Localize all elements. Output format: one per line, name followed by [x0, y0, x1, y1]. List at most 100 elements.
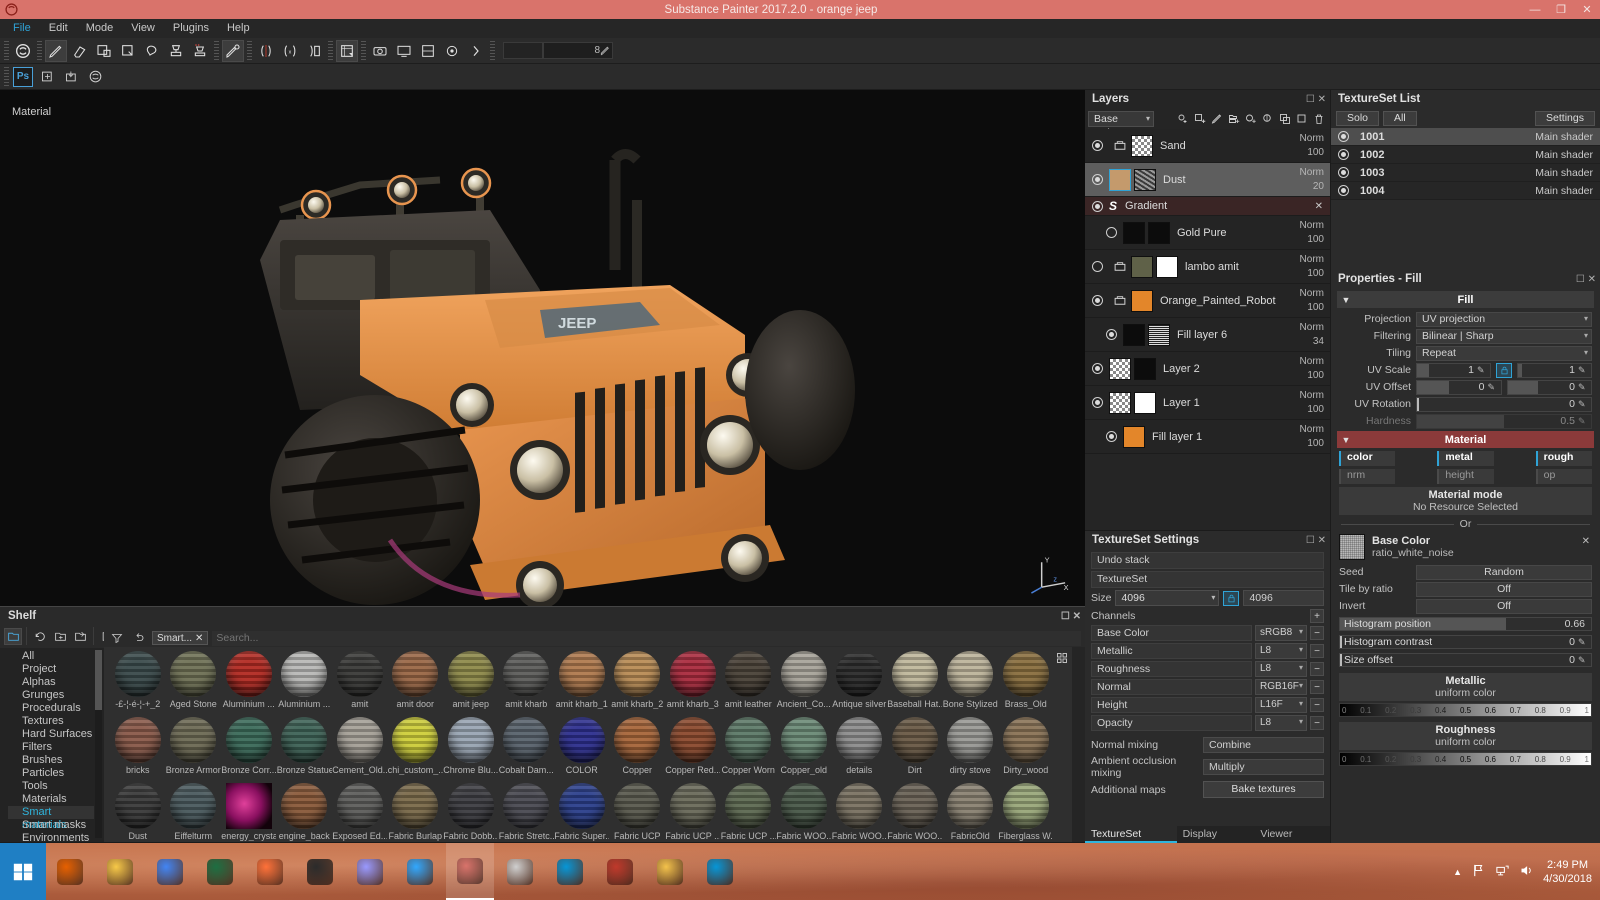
- add-effect-icon[interactable]: [1260, 111, 1276, 127]
- viewport-settings-icon[interactable]: [417, 40, 439, 62]
- layer-row[interactable]: Orange_Painted_Robot Norm 100: [1085, 284, 1330, 318]
- layer-row[interactable]: Fill layer 6 Norm 34: [1085, 318, 1330, 352]
- brush-size-input[interactable]: 8: [543, 42, 613, 59]
- histogram-contrast-slider[interactable]: Histogram contrast 0 ✎: [1339, 635, 1592, 649]
- seed-value[interactable]: Random: [1416, 564, 1592, 580]
- layer-thumbnail[interactable]: [1134, 391, 1156, 414]
- category-particles[interactable]: Particles: [8, 767, 94, 780]
- layer-folder-icon[interactable]: [1109, 260, 1131, 273]
- layer-thumbnail[interactable]: [1131, 134, 1153, 157]
- layer-folder-icon[interactable]: [1109, 139, 1131, 152]
- close-icon[interactable]: ✕: [195, 633, 203, 644]
- firefox2-icon[interactable]: [246, 843, 294, 900]
- lock-icon[interactable]: [1223, 590, 1240, 606]
- channel-format[interactable]: sRGB8: [1255, 625, 1307, 641]
- shelf-filter-chip[interactable]: Smart... ✕: [152, 631, 209, 645]
- category-filters[interactable]: Filters: [8, 741, 94, 754]
- layer-thumbnail[interactable]: [1134, 357, 1156, 380]
- shelf-dock-buttons[interactable]: ☐ ✕: [1061, 607, 1081, 626]
- polygon-fill-icon[interactable]: [141, 40, 163, 62]
- toolbar-drag-handle-5[interactable]: [328, 40, 333, 61]
- shelf-material-item[interactable]: FabricOld: [943, 781, 999, 842]
- size-offset-slider[interactable]: Size offset 0 ✎: [1339, 653, 1592, 667]
- projection-value[interactable]: UV projection: [1416, 311, 1592, 327]
- layer-visibility-toggle[interactable]: [1099, 329, 1123, 340]
- shelf-material-item[interactable]: Copper_old: [776, 715, 832, 781]
- delete-icon[interactable]: [1311, 111, 1327, 127]
- shelf-material-item[interactable]: dirty stove: [943, 715, 999, 781]
- layer-blend-opacity[interactable]: Norm 100: [1300, 423, 1324, 451]
- shelf-material-item[interactable]: engine_back: [277, 781, 333, 842]
- all-button[interactable]: All: [1383, 111, 1417, 126]
- layer-visibility-toggle[interactable]: [1099, 431, 1123, 442]
- remove-channel-button[interactable]: −: [1310, 626, 1324, 640]
- layer-row[interactable]: Gold Pure Norm 100: [1085, 216, 1330, 250]
- shelf-material-item[interactable]: COLOR: [554, 715, 610, 781]
- effect-visibility-toggle[interactable]: [1085, 200, 1109, 212]
- remove-channel-button[interactable]: −: [1310, 716, 1324, 730]
- shelf-material-item[interactable]: chi_custom_...: [388, 715, 444, 781]
- textureset-shader[interactable]: Main shader: [1535, 131, 1593, 143]
- textureset-visibility-toggle[interactable]: [1331, 167, 1355, 178]
- shelf-material-item[interactable]: Bronze Statue: [277, 715, 333, 781]
- layer-thumbnail[interactable]: [1134, 168, 1156, 191]
- shelf-material-item[interactable]: Fabric UCP: [610, 781, 666, 842]
- bake-cube-icon[interactable]: [336, 39, 358, 62]
- tile-by-ratio-value[interactable]: Off: [1416, 581, 1592, 597]
- textureset-shader[interactable]: Main shader: [1535, 167, 1593, 179]
- shelf-material-item[interactable]: Fabric WOO...: [776, 781, 832, 842]
- shelf-material-item[interactable]: energy_crystal: [221, 781, 277, 842]
- layer-visibility-toggle[interactable]: [1085, 174, 1109, 185]
- chrome-icon[interactable]: [146, 843, 194, 900]
- shelf-material-item[interactable]: Chrome Blu...: [443, 715, 499, 781]
- category-grunges[interactable]: Grunges: [8, 689, 94, 702]
- base-color-resource-row[interactable]: Base Color ratio_white_noise ✕: [1339, 534, 1592, 560]
- shelf-material-item[interactable]: Cement_Old...: [332, 715, 388, 781]
- shelf-material-item[interactable]: -£-¦-é-¦-+_2: [110, 649, 166, 715]
- shelf-scrollbar[interactable]: [1072, 647, 1085, 842]
- properties-dock-buttons[interactable]: ☐ ✕: [1576, 270, 1596, 289]
- channel-selector[interactable]: Base Color: [1088, 111, 1154, 139]
- category-scrollbar[interactable]: [95, 650, 102, 838]
- toolbar-drag-handle-2[interactable]: [37, 40, 42, 61]
- layer-thumbnail[interactable]: [1123, 221, 1145, 244]
- layer-row[interactable]: lambo amit Norm 100: [1085, 250, 1330, 284]
- firefox-icon[interactable]: [46, 843, 94, 900]
- roughness-gradient-slider[interactable]: 0 0.1 0.2 0.3 0.4 0.5 0.6 0.7 0.8 0.9 1: [1339, 752, 1592, 766]
- channel-chip-height[interactable]: height: [1437, 469, 1494, 484]
- maya2-icon[interactable]: [696, 843, 744, 900]
- windows-start-icon[interactable]: [0, 843, 46, 900]
- fill-icon[interactable]: [117, 40, 139, 62]
- settings-button[interactable]: Settings: [1535, 111, 1595, 126]
- filter-icon[interactable]: [109, 631, 125, 646]
- remove-channel-button[interactable]: −: [1310, 680, 1324, 694]
- add-smart-material-icon[interactable]: [1175, 111, 1191, 127]
- layer-thumbnail[interactable]: [1109, 391, 1131, 414]
- textureset-visibility-toggle[interactable]: [1331, 149, 1355, 160]
- shelf-material-item[interactable]: Fabric Dobb...: [443, 781, 499, 842]
- taskbar-items[interactable]: [46, 843, 744, 900]
- layer-thumbnail[interactable]: [1148, 323, 1170, 346]
- layer-blend-opacity[interactable]: Norm 100: [1300, 219, 1324, 247]
- textureset-rows[interactable]: 1001 Main shader 1002 Main shader 1003 Main s…: [1331, 128, 1600, 200]
- toolbar-drag-handle-7[interactable]: [490, 40, 495, 61]
- layer-visibility-toggle[interactable]: [1085, 295, 1109, 306]
- edit-pencil-icon-3[interactable]: ✎: [1488, 382, 1499, 393]
- layer-blend-opacity[interactable]: Norm 100: [1300, 355, 1324, 383]
- shelf-material-grid[interactable]: -£-¦-é-¦-+_2 Aged Stone Aluminium ... Alumi…: [104, 647, 1071, 842]
- shelf-material-item[interactable]: Dirty_wood: [998, 715, 1054, 781]
- media-icon[interactable]: [296, 843, 344, 900]
- menu-mode[interactable]: Mode: [77, 19, 123, 38]
- material-mode-value[interactable]: No Resource Selected: [1339, 501, 1592, 513]
- layers-dock-buttons[interactable]: ☐ ✕: [1306, 90, 1326, 109]
- shelf-material-item[interactable]: Cobalt Dam...: [499, 715, 555, 781]
- category-smart-masks[interactable]: Smart masks: [8, 819, 94, 832]
- layer-row[interactable]: Fill layer 1 Norm 100: [1085, 420, 1330, 454]
- add-paint-layer-icon[interactable]: [1209, 111, 1225, 127]
- layer-folder-icon[interactable]: [1109, 294, 1131, 307]
- shelf-material-item[interactable]: Eiffelturm: [166, 781, 222, 842]
- uv-rotation-slider[interactable]: 0 ✎: [1416, 396, 1592, 412]
- textureset-row[interactable]: 1002 Main shader: [1331, 146, 1600, 164]
- channel-format[interactable]: L8: [1255, 643, 1307, 659]
- shelf-material-item[interactable]: Fabric WOO...: [887, 781, 943, 842]
